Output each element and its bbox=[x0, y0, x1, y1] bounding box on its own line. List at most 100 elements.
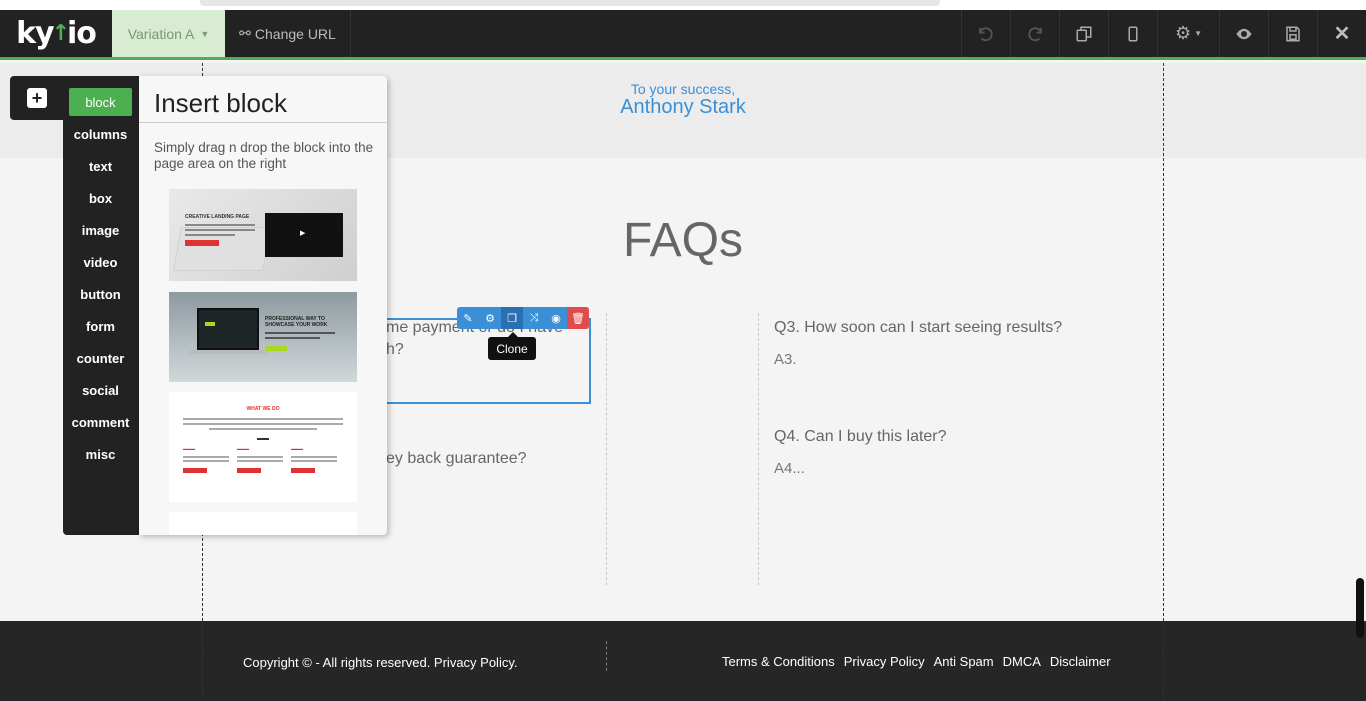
menu-item-video[interactable]: video bbox=[69, 248, 132, 276]
menu-item-comment[interactable]: comment bbox=[69, 408, 132, 436]
thumb-text-line bbox=[265, 332, 335, 334]
menu-item-button[interactable]: button bbox=[69, 280, 132, 308]
delete-icon[interactable]: 🗑 bbox=[567, 307, 589, 329]
menu-item-columns[interactable]: columns bbox=[69, 120, 132, 148]
thumb-heading: WHAT WE DO bbox=[246, 406, 280, 412]
thumb-text-line bbox=[185, 229, 255, 231]
laptop-illustration bbox=[197, 308, 259, 350]
settings-dropdown[interactable]: ⚙ ▼ bbox=[1157, 10, 1219, 57]
save-button[interactable] bbox=[1268, 10, 1317, 57]
block-template-partial[interactable] bbox=[169, 512, 357, 535]
visibility-icon[interactable]: ◉ bbox=[545, 307, 567, 329]
edit-icon[interactable]: ✎ bbox=[457, 307, 479, 329]
shuffle-icon[interactable]: ⤨ bbox=[523, 307, 545, 329]
thumb-button bbox=[185, 240, 219, 246]
clone-icon[interactable]: ❐ bbox=[501, 307, 523, 329]
menu-item-counter[interactable]: counter bbox=[69, 344, 132, 372]
menu-item-box[interactable]: box bbox=[69, 184, 132, 212]
thumb-button bbox=[265, 346, 287, 351]
faq-answer-3[interactable]: A3. bbox=[774, 351, 797, 368]
thumb-button bbox=[183, 468, 207, 473]
browser-top-strip bbox=[0, 0, 1366, 10]
thumb-text-line bbox=[185, 224, 255, 226]
close-button[interactable]: ✕ bbox=[1317, 10, 1366, 57]
block-template-landing[interactable]: CREATIVE LANDING PAGE bbox=[169, 189, 357, 281]
footer-copyright[interactable]: Copyright © - All rights reserved. Priva… bbox=[243, 655, 517, 670]
eye-icon bbox=[1236, 28, 1252, 39]
thumb-button bbox=[237, 468, 261, 473]
thumb-divider bbox=[257, 438, 269, 440]
column-divider bbox=[758, 313, 759, 585]
thumb-text-line bbox=[183, 460, 229, 462]
thumb-subheading: ▬▬▬ bbox=[291, 446, 303, 451]
clone-tooltip: Clone bbox=[488, 332, 536, 360]
close-icon: ✕ bbox=[1333, 23, 1351, 45]
panel-title: Insert block bbox=[154, 88, 287, 118]
faq-question-3[interactable]: Q3. How soon can I start seeing results? bbox=[774, 319, 1062, 337]
thumb-heading: PROFESSIONAL WAY TO SHOWCASE YOUR WORK bbox=[265, 316, 328, 328]
thumb-heading: CREATIVE LANDING PAGE bbox=[185, 214, 250, 220]
change-url-button[interactable]: ⚯ Change URL bbox=[225, 10, 351, 57]
insert-toggle-button[interactable]: + bbox=[10, 76, 64, 120]
footer-link-antispam[interactable]: Anti Spam bbox=[934, 654, 994, 669]
link-icon: ⚯ bbox=[239, 25, 251, 41]
faq-question-4[interactable]: Q4. Can I buy this later? bbox=[774, 428, 947, 446]
url-bar bbox=[200, 0, 940, 6]
menu-item-social[interactable]: social bbox=[69, 376, 132, 404]
thumb-text-line bbox=[183, 423, 343, 425]
thumb-text-line bbox=[237, 460, 283, 462]
duplicate-button[interactable] bbox=[1059, 10, 1108, 57]
selected-block-outline[interactable] bbox=[370, 318, 591, 404]
insert-block-panel: Insert block Simply drag n drop the bloc… bbox=[139, 76, 387, 535]
settings-icon[interactable]: ⚙ bbox=[479, 307, 501, 329]
kyvio-logo: ky ↑ io bbox=[16, 16, 97, 51]
menu-item-misc[interactable]: misc bbox=[69, 440, 132, 468]
menu-item-text[interactable]: text bbox=[69, 152, 132, 180]
menu-item-image[interactable]: image bbox=[69, 216, 132, 244]
editor-toolbar: ky ↑ io Variation A ▼ ⚯ Change URL ⚙ ▼ ✕ bbox=[0, 10, 1366, 60]
footer-link-disclaimer[interactable]: Disclaimer bbox=[1050, 654, 1111, 669]
block-toolbar: ✎ ⚙ ❐ ⤨ ◉ 🗑 bbox=[457, 307, 589, 329]
thumb-text-line bbox=[183, 456, 229, 458]
plus-icon: + bbox=[27, 88, 47, 108]
faq-answer-4[interactable]: A4... bbox=[774, 460, 805, 477]
redo-icon bbox=[1028, 26, 1042, 41]
thumb-text-line bbox=[291, 456, 337, 458]
redo-button[interactable] bbox=[1010, 10, 1059, 57]
gear-icon: ⚙ bbox=[1174, 23, 1192, 43]
variation-label: Variation A bbox=[127, 25, 195, 42]
page-footer: Copyright © - All rights reserved. Priva… bbox=[0, 621, 1366, 701]
laptop-base bbox=[189, 350, 267, 354]
insert-category-menu: block columns text box image video butto… bbox=[63, 76, 139, 535]
faq-question-2[interactable]: ey back guarantee? bbox=[386, 450, 527, 468]
thumb-text-line bbox=[183, 418, 343, 420]
mobile-view-button[interactable] bbox=[1108, 10, 1157, 57]
footer-link-privacy[interactable]: Privacy Policy bbox=[844, 654, 925, 669]
block-template-what-we-do[interactable]: WHAT WE DO ▬▬▬ ▬▬▬ ▬▬▬ bbox=[169, 392, 357, 502]
thumb-subheading: ▬▬▬ bbox=[237, 446, 249, 451]
variation-dropdown[interactable]: Variation A ▼ bbox=[112, 10, 225, 57]
undo-icon bbox=[979, 26, 993, 41]
preview-button[interactable] bbox=[1219, 10, 1268, 57]
duplicate-icon bbox=[1076, 26, 1092, 41]
panel-divider bbox=[139, 122, 387, 123]
undo-button[interactable] bbox=[961, 10, 1010, 57]
block-template-showcase[interactable]: PROFESSIONAL WAY TO SHOWCASE YOUR WORK bbox=[169, 292, 357, 382]
scrollbar-thumb[interactable] bbox=[1356, 578, 1364, 638]
footer-links: Terms & Conditions Privacy Policy Anti S… bbox=[722, 654, 1111, 669]
thumb-text-line bbox=[291, 460, 337, 462]
video-player-illustration bbox=[265, 213, 343, 257]
menu-item-block[interactable]: block bbox=[69, 88, 132, 116]
thumb-text-line bbox=[237, 456, 283, 458]
thumb-button bbox=[291, 468, 315, 473]
footer-link-dmca[interactable]: DMCA bbox=[1003, 654, 1041, 669]
thumb-text-line bbox=[209, 428, 317, 430]
menu-item-form[interactable]: form bbox=[69, 312, 132, 340]
thumb-text-line bbox=[185, 234, 235, 236]
panel-description: Simply drag n drop the block into the pa… bbox=[154, 140, 374, 171]
thumb-text-line bbox=[265, 337, 320, 339]
footer-link-terms[interactable]: Terms & Conditions bbox=[722, 654, 835, 669]
logo-suffix: io bbox=[67, 16, 97, 51]
column-divider bbox=[606, 313, 607, 585]
